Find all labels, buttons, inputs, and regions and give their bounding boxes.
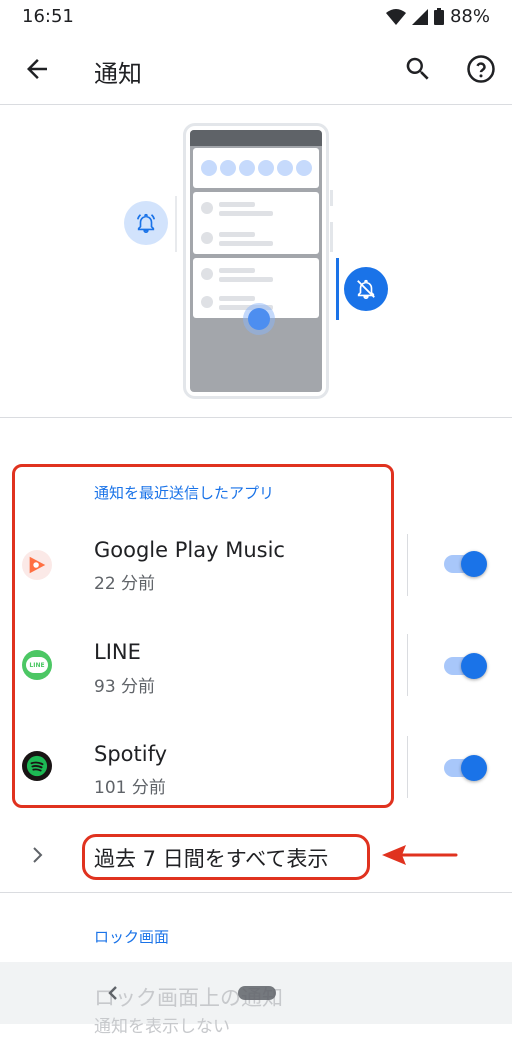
row-separator [407, 736, 408, 798]
cellular-icon [411, 8, 428, 25]
help-button[interactable] [466, 54, 496, 84]
row-separator [407, 634, 408, 696]
status-icons: 88% [385, 6, 490, 27]
battery-icon [433, 8, 444, 25]
annotation-highlight-box [12, 464, 394, 808]
quick-settings-card [193, 148, 319, 188]
back-arrow-icon [27, 59, 47, 79]
search-button[interactable] [403, 54, 433, 84]
notification-card-1 [193, 192, 319, 254]
annotation-highlight-see-all [82, 834, 370, 880]
lock-item-subtitle: 通知を表示しない [94, 1017, 230, 1037]
row-separator [407, 534, 408, 596]
spotify-toggle[interactable] [461, 755, 487, 781]
battery-percent: 88% [449, 6, 490, 27]
section-divider [0, 892, 512, 893]
status-time: 16:51 [22, 6, 74, 27]
line-toggle[interactable] [461, 653, 487, 679]
wifi-icon [385, 8, 406, 25]
left-accent-line [175, 196, 177, 252]
bell-off-icon [357, 279, 375, 299]
appbar-divider [0, 104, 512, 105]
google-play-music-toggle[interactable] [461, 551, 487, 577]
search-icon [406, 57, 429, 80]
back-button[interactable] [22, 54, 52, 84]
chevron-right-icon [28, 844, 48, 866]
bell-bubble [124, 201, 168, 245]
lock-screen-label: ロック画面 [94, 928, 170, 946]
help-icon [467, 55, 495, 83]
page-title: 通知 [94, 60, 142, 88]
touch-indicator [248, 308, 270, 330]
annotation-arrow-icon [382, 845, 458, 865]
phone-side-button-2 [330, 222, 333, 252]
muted-bell-bubble [344, 267, 388, 311]
right-accent-line [336, 258, 339, 320]
bell-ringing-icon [136, 213, 156, 233]
phone-status-strip [190, 130, 322, 146]
illustration-divider [0, 417, 512, 418]
nav-home-pill[interactable] [238, 986, 276, 1000]
phone-side-button [330, 190, 333, 206]
nav-back-button[interactable] [104, 984, 122, 1002]
